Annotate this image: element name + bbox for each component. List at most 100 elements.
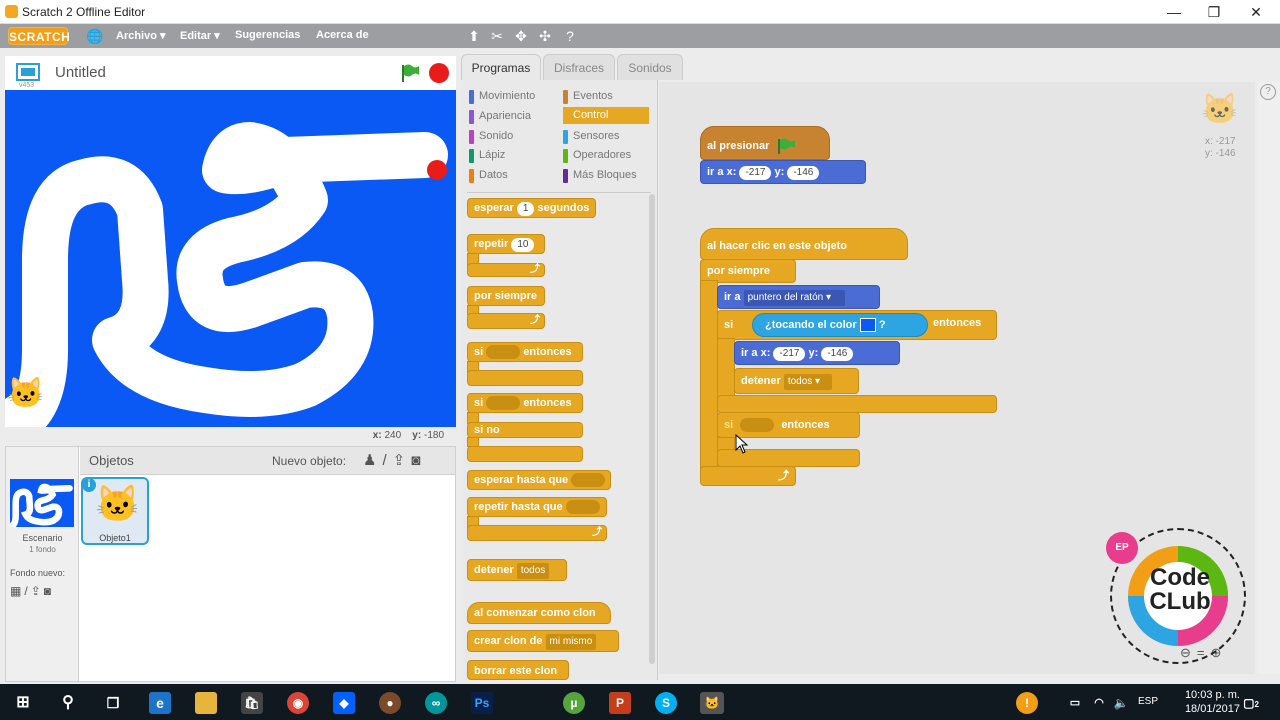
upload-backdrop-icon[interactable]: ⇪ <box>31 584 44 598</box>
arduino-icon[interactable]: ∞ <box>425 692 447 714</box>
palette-stop-block[interactable]: detener todos <box>467 559 567 581</box>
minimize-button[interactable]: — <box>1154 1 1194 23</box>
palette-repeat-block[interactable]: repetir 10 <box>467 234 545 254</box>
condition-slot[interactable] <box>740 418 775 433</box>
category-apariencia[interactable]: Apariencia <box>469 108 555 125</box>
menu-sugerencias[interactable]: Sugerencias <box>235 29 300 41</box>
condition-slot[interactable] <box>565 500 600 515</box>
stop-sign-icon[interactable] <box>428 62 450 84</box>
paint-backdrop-icon[interactable]: ▦ <box>10 584 24 598</box>
cat-sprite[interactable]: 🐱 <box>7 376 47 416</box>
stop-option-dropdown[interactable]: todos ▾ <box>783 374 833 390</box>
green-flag-icon[interactable] <box>399 62 421 84</box>
close-button[interactable]: ✕ <box>1236 1 1276 23</box>
chrome-icon[interactable]: ◉ <box>287 692 309 714</box>
paint-sprite-icon[interactable]: / <box>382 452 392 469</box>
photoshop-icon[interactable]: Ps <box>471 692 493 714</box>
delete-tool-icon[interactable]: ✂ <box>488 27 506 45</box>
duplicate-tool-icon[interactable]: ⬆ <box>465 27 483 45</box>
grow-tool-icon[interactable]: ✥ <box>512 27 530 45</box>
camera-backdrop-icon[interactable]: ◙ <box>44 584 54 598</box>
category-eventos[interactable]: Eventos <box>563 88 649 105</box>
menu-editar[interactable]: Editar ▾ <box>180 29 220 42</box>
category-lapiz[interactable]: Lápiz <box>469 147 555 164</box>
palette-scrollbar[interactable] <box>649 194 655 664</box>
stop-all-block[interactable]: detener todos ▾ <box>734 368 859 394</box>
skype-icon[interactable]: S <box>655 692 677 714</box>
edge-icon[interactable]: e <box>149 692 171 714</box>
help-tool-icon[interactable]: ? <box>561 27 579 45</box>
scratch-taskbar-icon[interactable]: 🐱 <box>700 692 724 714</box>
category-movimiento[interactable]: Movimiento <box>469 88 555 105</box>
fullscreen-icon[interactable] <box>15 62 41 82</box>
inner-goto-xy-block[interactable]: ir a x: -217 y: -146 <box>734 341 900 365</box>
help-icon[interactable]: ? <box>1260 84 1276 100</box>
palette-wait-until-block[interactable]: esperar hasta que <box>467 470 611 490</box>
menu-archivo[interactable]: Archivo ▾ <box>116 29 166 42</box>
repeat-count-input[interactable]: 10 <box>511 238 535 252</box>
scratch-logo[interactable]: SCRATCH <box>8 27 70 45</box>
sprite-thumbnail-objeto1[interactable]: i 🐱 Objeto1 <box>81 477 149 545</box>
clone-target-dropdown[interactable]: mi mismo <box>545 634 597 650</box>
menu-acerca-de[interactable]: Acerca de <box>316 29 369 41</box>
script-scrollbar[interactable]: ? <box>1258 82 1280 674</box>
action-center-icon[interactable]: ▢2 <box>1240 692 1262 714</box>
battery-icon[interactable]: ▭ <box>1064 692 1086 714</box>
palette-create-clone-block[interactable]: crear clon de mi mismo <box>467 630 619 652</box>
stop-option-dropdown[interactable]: todos <box>516 563 550 579</box>
volume-icon[interactable]: 🔈 <box>1110 692 1132 714</box>
goto-pointer-block[interactable]: ir a puntero del ratón ▾ <box>717 285 880 309</box>
taskbar-clock[interactable]: 10:03 p. m. 18/01/2017 <box>1185 688 1240 716</box>
stage-thumbnail[interactable] <box>10 479 74 527</box>
notification-tray-icon[interactable]: ! <box>1016 692 1038 714</box>
goto-xy-block[interactable]: ir a x: -217 y: -146 <box>700 160 866 184</box>
condition-slot[interactable] <box>486 345 521 360</box>
category-mas-bloques[interactable]: Más Bloques <box>563 167 649 184</box>
when-flag-clicked-hat[interactable]: al presionar <box>700 126 830 160</box>
category-datos[interactable]: Datos <box>469 167 555 184</box>
condition-slot[interactable] <box>486 396 521 411</box>
globe-icon[interactable]: 🌐 <box>86 27 104 45</box>
dropbox-icon[interactable]: ◆ <box>333 692 355 714</box>
wait-seconds-input[interactable]: 1 <box>516 202 535 216</box>
palette-repeat-until-block[interactable]: repetir hasta que <box>467 497 607 517</box>
language-indicator[interactable]: ESP <box>1138 696 1158 707</box>
wifi-icon[interactable]: ◠ <box>1088 692 1110 714</box>
goto-target-dropdown[interactable]: puntero del ratón ▾ <box>743 290 846 306</box>
file-explorer-icon[interactable] <box>195 692 217 714</box>
utorrent-icon[interactable]: µ <box>563 692 585 714</box>
choose-sprite-icon[interactable]: ♟ <box>363 452 382 469</box>
palette-when-clone-block[interactable]: al comenzar como clon <box>467 602 611 624</box>
color-picker-swatch[interactable] <box>859 318 876 333</box>
task-view-icon[interactable]: ❐ <box>102 692 124 714</box>
camera-sprite-icon[interactable]: ◙ <box>411 452 426 469</box>
category-sensores[interactable]: Sensores <box>563 128 649 145</box>
condition-slot[interactable] <box>571 473 606 488</box>
upload-sprite-icon[interactable]: ⇪ <box>393 452 412 469</box>
windows-start-icon[interactable]: ⊞ <box>12 692 34 714</box>
info-icon[interactable]: i <box>82 478 96 492</box>
category-control[interactable]: Control <box>563 107 649 124</box>
goto-y-input[interactable]: -146 <box>787 166 820 180</box>
palette-wait-block[interactable]: esperar 1 segundos <box>467 198 597 218</box>
touching-color-block[interactable]: ¿tocando el color ? <box>752 313 928 337</box>
category-sonido[interactable]: Sonido <box>469 128 555 145</box>
goto-x-input[interactable]: -217 <box>739 166 772 180</box>
category-operadores[interactable]: Operadores <box>563 147 649 164</box>
powerpoint-icon[interactable]: P <box>609 692 631 714</box>
project-name-field[interactable]: Untitled <box>55 64 106 81</box>
palette-if-block[interactable]: si entonces <box>467 342 583 362</box>
palette-if-else-block[interactable]: si entonces <box>467 393 583 413</box>
inner-goto-y-input[interactable]: -146 <box>821 347 854 361</box>
store-icon[interactable]: 🛍 <box>241 692 263 714</box>
tab-programas[interactable]: Programas <box>461 54 541 80</box>
search-icon[interactable]: ⚲ <box>57 692 79 714</box>
app-icon[interactable]: ● <box>379 692 401 714</box>
shrink-tool-icon[interactable]: ✣ <box>536 27 554 45</box>
inner-goto-x-input[interactable]: -217 <box>773 347 806 361</box>
when-sprite-clicked-hat[interactable]: al hacer clic en este objeto <box>700 228 908 260</box>
tab-sonidos[interactable]: Sonidos <box>617 54 683 80</box>
maximize-button[interactable]: ❐ <box>1194 1 1234 23</box>
stage-canvas[interactable]: 🐱 <box>5 90 456 427</box>
palette-delete-clone-block[interactable]: borrar este clon <box>467 660 569 680</box>
